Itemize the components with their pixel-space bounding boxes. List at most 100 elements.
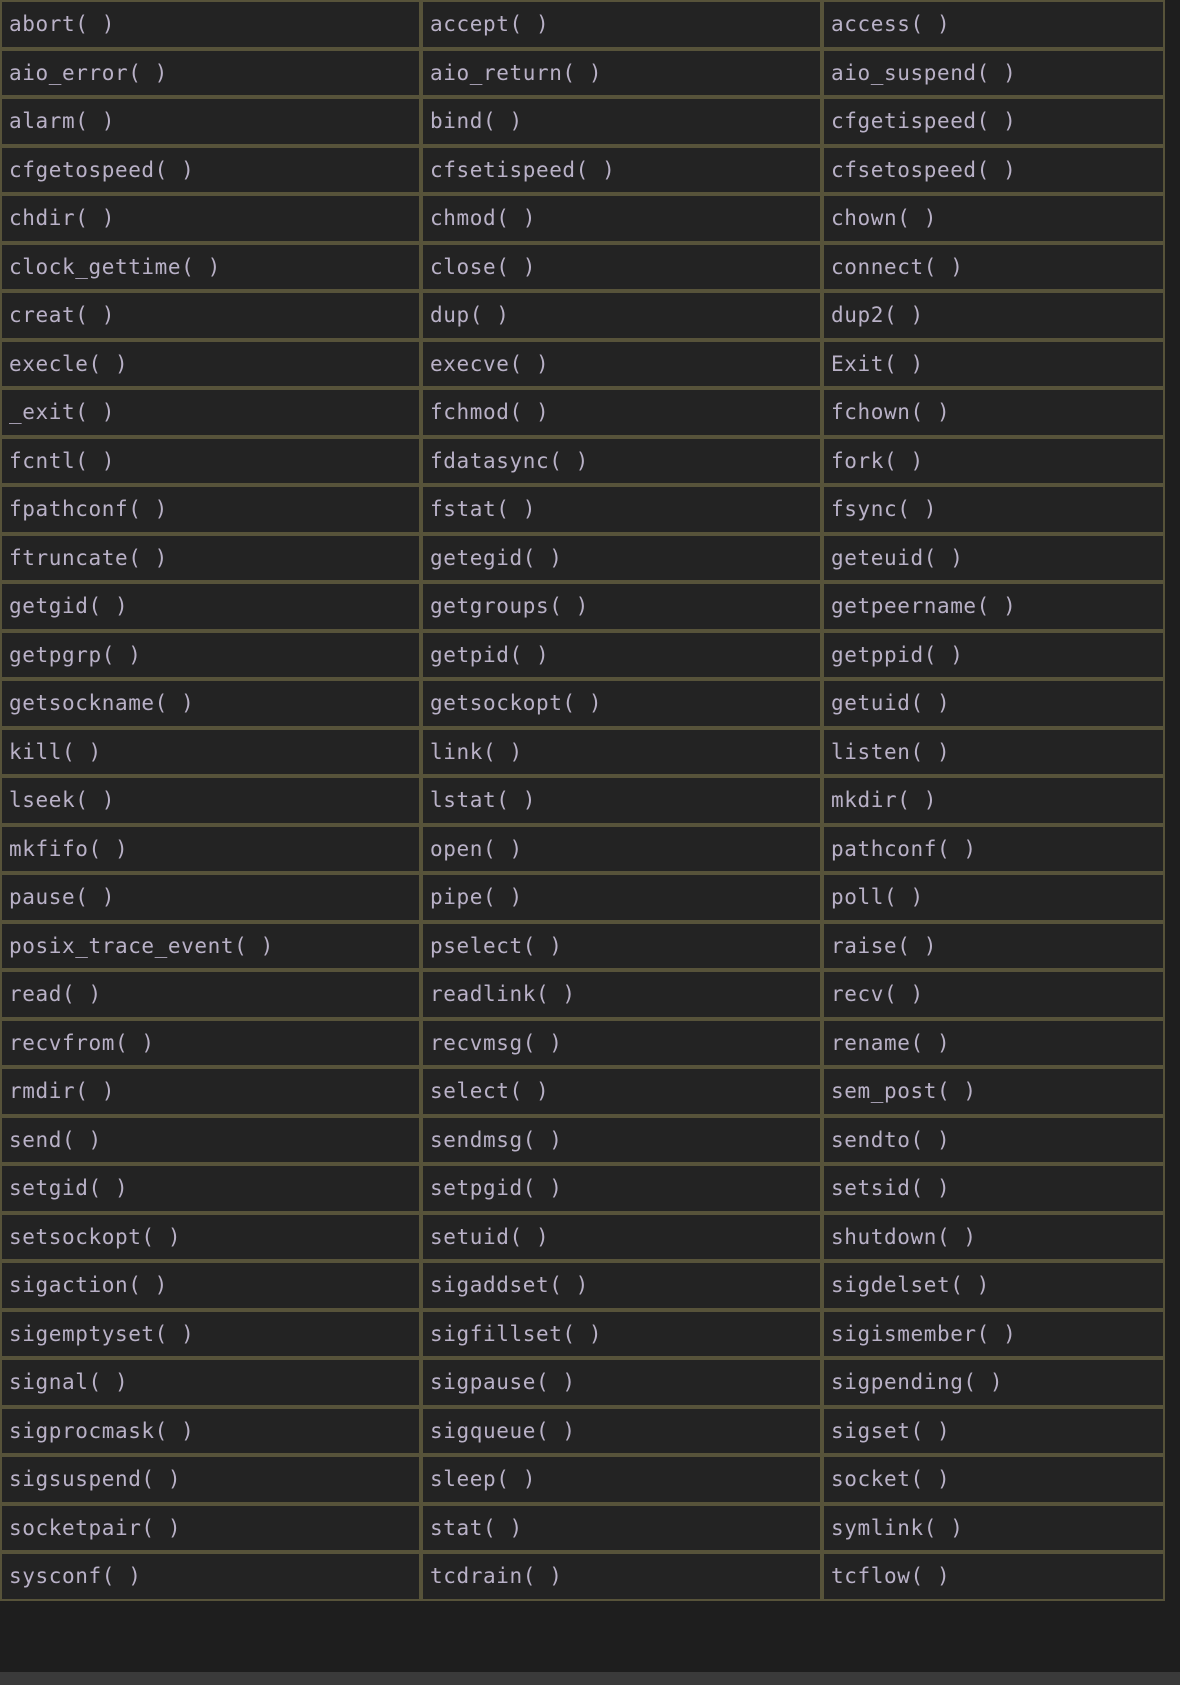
table-row: creat( ) dup( ) dup2( )	[0, 291, 1165, 340]
function-cell: getuid( )	[822, 679, 1165, 728]
function-cell: getpid( )	[421, 630, 822, 679]
function-cell: fcntl( )	[0, 436, 421, 485]
function-cell: abort( )	[0, 0, 421, 49]
table-row: _exit( ) fchmod( ) fchown( )	[0, 388, 1165, 437]
function-cell: fchown( )	[822, 388, 1165, 437]
function-cell: access( )	[822, 0, 1165, 49]
function-cell: execve( )	[421, 339, 822, 388]
table-body: abort( ) accept( ) access( ) aio_error( ) ai…	[0, 0, 1165, 1601]
function-cell: sigismember( )	[822, 1309, 1165, 1358]
function-cell: fchmod( )	[421, 388, 822, 437]
function-cell: select( )	[421, 1067, 822, 1116]
function-cell: sigdelset( )	[822, 1261, 1165, 1310]
table-row: aio_error( ) aio_return( ) aio_suspend( )	[0, 48, 1165, 97]
function-cell: mkfifo( )	[0, 824, 421, 873]
table-row: setsockopt( ) setuid( ) shutdown( )	[0, 1212, 1165, 1261]
function-cell: rmdir( )	[0, 1067, 421, 1116]
table-row: send( ) sendmsg( ) sendto( )	[0, 1115, 1165, 1164]
function-cell: sigprocmask( )	[0, 1406, 421, 1455]
table-row: sysconf( ) tcdrain( ) tcflow( )	[0, 1552, 1165, 1601]
function-cell: getegid( )	[421, 533, 822, 582]
function-cell: sigpause( )	[421, 1358, 822, 1407]
function-cell: chdir( )	[0, 194, 421, 243]
function-cell: sigemptyset( )	[0, 1309, 421, 1358]
table-row: lseek( ) lstat( ) mkdir( )	[0, 776, 1165, 825]
table-row: posix_trace_event( ) pselect( ) raise( )	[0, 921, 1165, 970]
function-cell: alarm( )	[0, 97, 421, 146]
table-row: getsockname( ) getsockopt( ) getuid( )	[0, 679, 1165, 728]
function-cell: aio_error( )	[0, 48, 421, 97]
function-cell: setgid( )	[0, 1164, 421, 1213]
table-row: execle( ) execve( ) Exit( )	[0, 339, 1165, 388]
table-row: sigemptyset( ) sigfillset( ) sigismember( …	[0, 1309, 1165, 1358]
function-cell: cfsetispeed( )	[421, 145, 822, 194]
table-row: clock_gettime( ) close( ) connect( )	[0, 242, 1165, 291]
function-cell: fpathconf( )	[0, 485, 421, 534]
function-cell: chmod( )	[421, 194, 822, 243]
function-cell: rename( )	[822, 1018, 1165, 1067]
table-row: signal( ) sigpause( ) sigpending( )	[0, 1358, 1165, 1407]
function-table-container[interactable]: abort( ) accept( ) access( ) aio_error( ) ai…	[0, 0, 1165, 1672]
function-cell: sigaction( )	[0, 1261, 421, 1310]
function-cell: tcdrain( )	[421, 1552, 822, 1601]
function-cell: sleep( )	[421, 1455, 822, 1504]
table-row: getgid( ) getgroups( ) getpeername( )	[0, 582, 1165, 631]
function-cell: chown( )	[822, 194, 1165, 243]
function-cell: geteuid( )	[822, 533, 1165, 582]
table-row: rmdir( ) select( ) sem_post( )	[0, 1067, 1165, 1116]
function-cell: stat( )	[421, 1503, 822, 1552]
function-cell: aio_suspend( )	[822, 48, 1165, 97]
function-cell: getpeername( )	[822, 582, 1165, 631]
function-cell: cfgetospeed( )	[0, 145, 421, 194]
function-cell: getgid( )	[0, 582, 421, 631]
function-cell: getsockopt( )	[421, 679, 822, 728]
function-cell: fstat( )	[421, 485, 822, 534]
function-cell: recvmsg( )	[421, 1018, 822, 1067]
table-row: cfgetospeed( ) cfsetispeed( ) cfsetospeed(…	[0, 145, 1165, 194]
table-row: kill( ) link( ) listen( )	[0, 727, 1165, 776]
function-cell: sigaddset( )	[421, 1261, 822, 1310]
horizontal-scrollbar[interactable]	[0, 1672, 1180, 1685]
function-cell: sigfillset( )	[421, 1309, 822, 1358]
right-gutter	[1165, 0, 1180, 1672]
table-row: ftruncate( ) getegid( ) geteuid( )	[0, 533, 1165, 582]
table-row: mkfifo( ) open( ) pathconf( )	[0, 824, 1165, 873]
function-cell: setsid( )	[822, 1164, 1165, 1213]
function-cell: execle( )	[0, 339, 421, 388]
function-cell: listen( )	[822, 727, 1165, 776]
function-cell: dup( )	[421, 291, 822, 340]
function-cell: posix_trace_event( )	[0, 921, 421, 970]
function-cell: getgroups( )	[421, 582, 822, 631]
function-cell: cfgetispeed( )	[822, 97, 1165, 146]
function-cell: raise( )	[822, 921, 1165, 970]
function-cell: Exit( )	[822, 339, 1165, 388]
function-cell: poll( )	[822, 873, 1165, 922]
function-cell: lseek( )	[0, 776, 421, 825]
table-row: fpathconf( ) fstat( ) fsync( )	[0, 485, 1165, 534]
table-row: recvfrom( ) recvmsg( ) rename( )	[0, 1018, 1165, 1067]
table-row: getpgrp( ) getpid( ) getppid( )	[0, 630, 1165, 679]
function-cell: sem_post( )	[822, 1067, 1165, 1116]
function-cell: sigsuspend( )	[0, 1455, 421, 1504]
function-cell: bind( )	[421, 97, 822, 146]
function-cell: socket( )	[822, 1455, 1165, 1504]
function-cell: creat( )	[0, 291, 421, 340]
table-row: setgid( ) setpgid( ) setsid( )	[0, 1164, 1165, 1213]
table-row: abort( ) accept( ) access( )	[0, 0, 1165, 49]
function-cell: tcflow( )	[822, 1552, 1165, 1601]
function-cell: getpgrp( )	[0, 630, 421, 679]
function-cell: pselect( )	[421, 921, 822, 970]
function-cell: getppid( )	[822, 630, 1165, 679]
function-cell: accept( )	[421, 0, 822, 49]
table-row: socketpair( ) stat( ) symlink( )	[0, 1503, 1165, 1552]
function-cell: fork( )	[822, 436, 1165, 485]
function-cell: ftruncate( )	[0, 533, 421, 582]
function-cell: link( )	[421, 727, 822, 776]
table-row: sigsuspend( ) sleep( ) socket( )	[0, 1455, 1165, 1504]
function-cell: fsync( )	[822, 485, 1165, 534]
function-cell: cfsetospeed( )	[822, 145, 1165, 194]
table-row: pause( ) pipe( ) poll( )	[0, 873, 1165, 922]
function-cell: sigpending( )	[822, 1358, 1165, 1407]
function-cell: sendto( )	[822, 1115, 1165, 1164]
function-cell: sigset( )	[822, 1406, 1165, 1455]
